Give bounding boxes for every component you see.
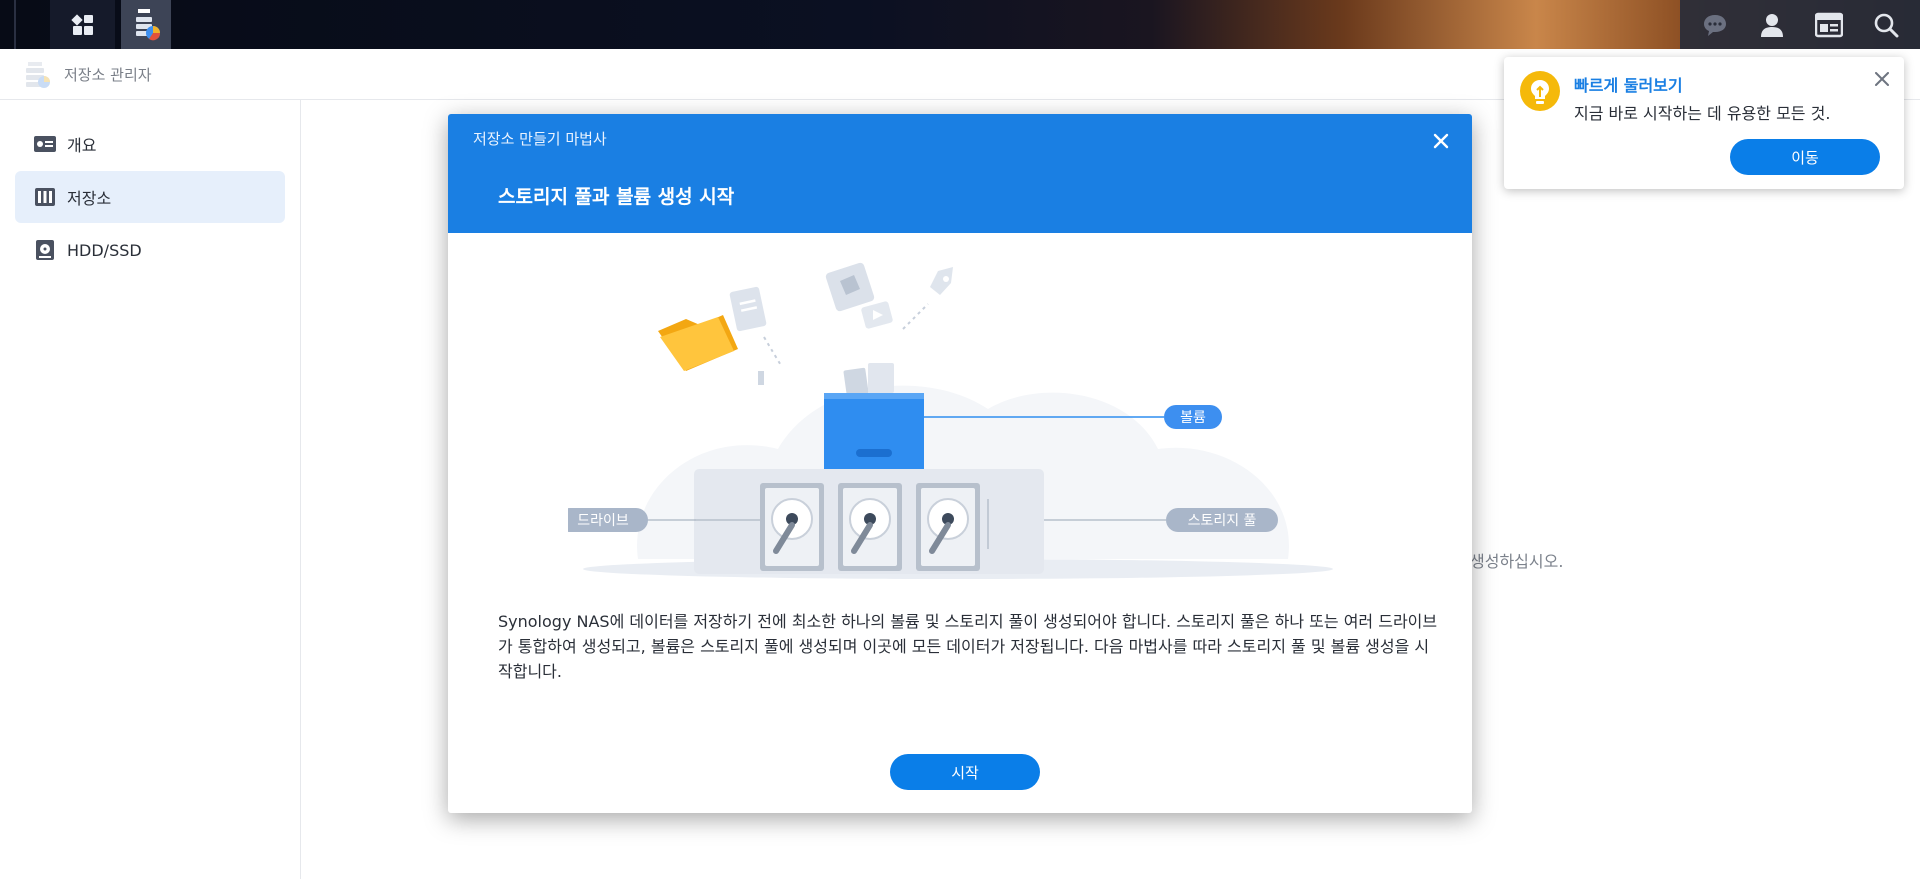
empty-state-hint: 생성하십시오. — [1470, 552, 1564, 571]
sidebar-item-label: HDD/SSD — [67, 240, 142, 260]
quick-tour-popup: 빠르게 둘러보기 지금 바로 시작하는 데 유용한 모든 것. 이동 — [1504, 57, 1904, 189]
sidebar-item-hdd-ssd[interactable]: HDD/SSD — [15, 224, 285, 276]
grid-icon — [70, 13, 93, 35]
tour-text: 지금 바로 시작하는 데 유용한 모든 것. — [1574, 104, 1831, 123]
overview-icon — [33, 132, 57, 156]
storage-wizard-dialog: 저장소 만들기 마법사 스토리지 풀과 볼륨 생성 시작 볼륨 드라이브 스토리… — [448, 114, 1472, 813]
storage-manager-icon — [26, 62, 50, 88]
storage-manager-taskbar-button[interactable] — [121, 0, 171, 49]
wizard-header: 저장소 만들기 마법사 스토리지 풀과 볼륨 생성 시작 — [448, 114, 1472, 233]
wizard-description: Synology NAS에 데이터를 저장하기 전에 최소한 하나의 볼륨 및 … — [498, 612, 1438, 681]
taskbar-left — [0, 0, 171, 49]
volume-tag: 볼륨 — [1180, 410, 1206, 426]
tour-close-button[interactable] — [1872, 69, 1892, 89]
search-icon — [1874, 13, 1898, 37]
folder-icon — [658, 315, 738, 371]
close-button[interactable] — [1428, 128, 1454, 154]
storage-pool-tag: 스토리지 풀 — [1188, 513, 1257, 529]
sidebar-item-label: 저장소 — [67, 189, 112, 208]
search-button[interactable] — [1868, 7, 1904, 43]
lightbulb-icon — [1520, 71, 1560, 111]
hdd-drive — [760, 483, 824, 571]
drive-tag: 드라이브 — [577, 513, 629, 529]
close-icon — [1433, 133, 1449, 149]
hdd-drive — [916, 483, 980, 571]
start-button[interactable]: 시작 — [890, 754, 1040, 790]
storage-manager-icon — [136, 8, 161, 40]
wizard-title: 스토리지 풀과 볼륨 생성 시작 — [498, 186, 735, 208]
user-button[interactable] — [1754, 7, 1790, 43]
storage-icon — [33, 185, 57, 209]
hdd-drive — [838, 483, 902, 571]
notifications-button[interactable] — [1697, 7, 1733, 43]
widgets-button[interactable] — [1811, 7, 1847, 43]
tour-title: 빠르게 둘러보기 — [1574, 76, 1683, 95]
sidebar-item-overview[interactable]: 개요 — [15, 118, 285, 170]
wizard-subtitle: 저장소 만들기 마법사 — [473, 130, 607, 148]
chat-icon — [1703, 14, 1726, 36]
go-button[interactable]: 이동 — [1730, 139, 1880, 175]
storage-illustration: 볼륨 드라이브 스토리지 풀 — [568, 262, 1333, 579]
taskbar-right — [1680, 0, 1920, 49]
taskbar — [0, 0, 1920, 49]
close-icon — [1875, 72, 1889, 86]
app-title: 저장소 관리자 — [64, 66, 152, 84]
sidebar-item-label: 개요 — [67, 136, 97, 155]
user-icon — [1760, 13, 1783, 37]
sidebar: 개요 저장소 HDD/SSD — [0, 100, 301, 879]
widgets-icon — [1814, 12, 1843, 37]
hdd-icon — [33, 238, 57, 262]
main-menu-button[interactable] — [50, 0, 115, 49]
sidebar-item-storage[interactable]: 저장소 — [15, 171, 285, 223]
taskbar-divider — [14, 0, 16, 49]
